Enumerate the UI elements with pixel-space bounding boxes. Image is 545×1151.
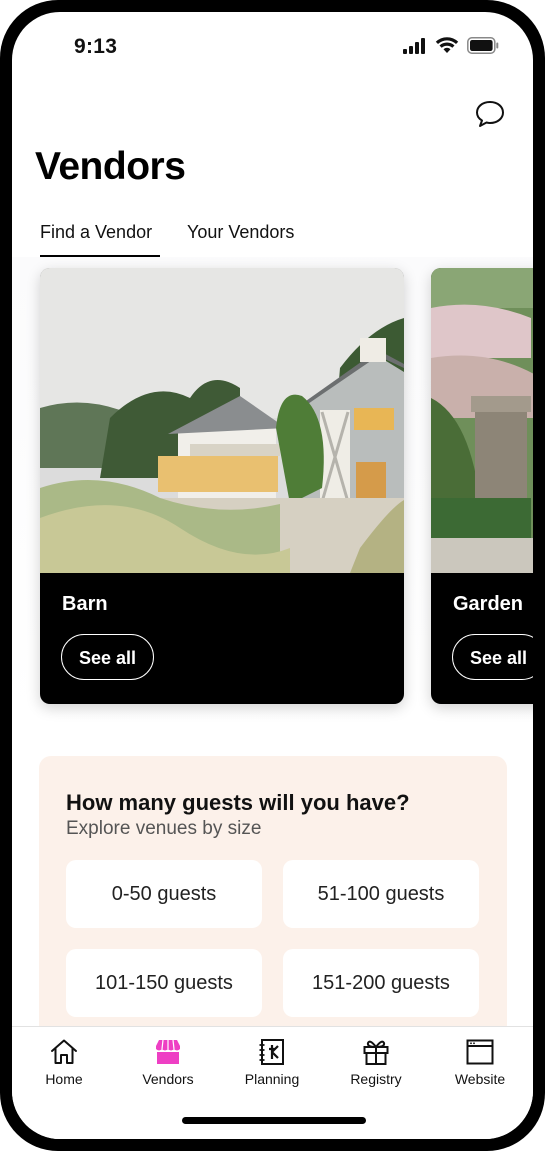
barn-venue-photo	[40, 268, 404, 573]
nav-home[interactable]: Home	[12, 1037, 116, 1087]
nav-registry[interactable]: Registry	[324, 1037, 428, 1087]
home-indicator	[182, 1117, 366, 1124]
status-icons	[403, 37, 499, 54]
nav-planning[interactable]: Planning	[220, 1037, 324, 1087]
guest-option-button[interactable]: 151-200 guests	[283, 949, 479, 1017]
guest-option-button[interactable]: 101-150 guests	[66, 949, 262, 1017]
category-card-garden[interactable]: Garden See all	[431, 268, 533, 704]
nav-label: Website	[454, 1071, 506, 1087]
nav-label: Registry	[350, 1071, 402, 1087]
guest-option-button[interactable]: 51-100 guests	[283, 860, 479, 928]
see-all-button[interactable]: See all	[61, 634, 155, 680]
status-time: 9:13	[74, 35, 118, 58]
see-all-button[interactable]: See all	[452, 634, 533, 680]
nav-website[interactable]: Website	[428, 1037, 532, 1087]
vendor-tabs: Find a Vendor Your Vendors	[12, 218, 533, 258]
messages-button[interactable]	[473, 98, 507, 130]
app-screen: 9:13 Vendors Find a Vendor Your Vendors	[12, 12, 533, 1139]
gift-icon	[363, 1040, 389, 1065]
guests-subtitle: Explore venues by size	[66, 818, 262, 839]
nav-label: Home	[45, 1071, 83, 1087]
chat-bubble-icon	[476, 101, 504, 127]
wifi-icon	[435, 37, 459, 53]
category-carousel[interactable]: Barn See all Garden See all	[12, 257, 533, 727]
category-card-barn[interactable]: Barn See all	[40, 268, 404, 704]
category-title: Garden	[453, 593, 524, 615]
nav-vendors[interactable]: Vendors	[116, 1037, 220, 1087]
guests-question: How many guests will you have?	[66, 790, 410, 815]
tab-find-a-vendor[interactable]: Find a Vendor	[40, 222, 152, 243]
battery-icon	[467, 37, 499, 54]
nav-label: Vendors	[142, 1071, 194, 1087]
category-title: Barn	[62, 593, 108, 615]
phone-frame: 9:13 Vendors Find a Vendor Your Vendors	[0, 0, 545, 1151]
nav-label: Planning	[244, 1071, 300, 1087]
browser-window-icon	[466, 1039, 494, 1065]
signal-icon	[403, 37, 425, 54]
tab-your-vendors[interactable]: Your Vendors	[187, 222, 294, 243]
guest-option-button[interactable]: 0-50 guests	[66, 860, 262, 928]
guest-count-panel: How many guests will you have? Explore v…	[39, 756, 507, 1056]
page-title: Vendors	[35, 145, 186, 188]
home-icon	[51, 1039, 77, 1064]
storefront-icon	[156, 1039, 180, 1064]
planning-book-icon	[259, 1039, 284, 1065]
garden-venue-photo	[431, 268, 533, 573]
